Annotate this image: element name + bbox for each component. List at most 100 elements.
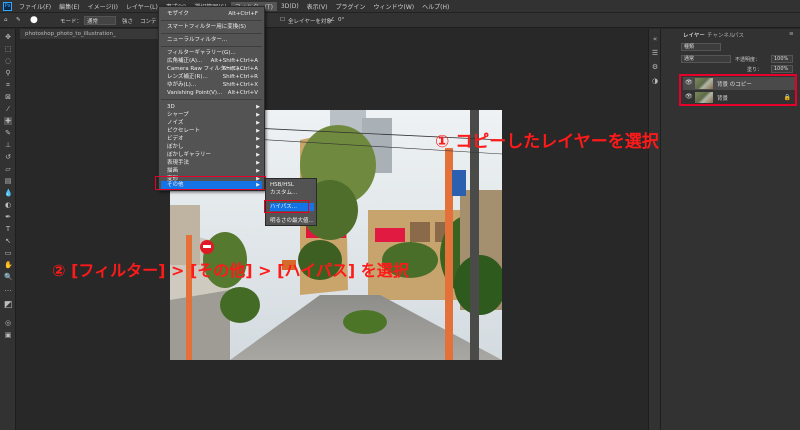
menu-item-camera-raw[interactable]: Camera Raw フィルター(C)... Shift+Ctrl+A	[167, 65, 262, 73]
lock-icon: 🔒	[783, 94, 791, 101]
color-swatches-icon[interactable]: ◩	[4, 301, 13, 310]
blend-mode-select[interactable]: 通常	[681, 55, 731, 63]
document-title: photoshop_photo_to_illustration_	[25, 31, 116, 37]
other-highlight-box	[155, 176, 266, 190]
pen-tool-icon[interactable]: ✒	[4, 213, 12, 221]
home-icon[interactable]: ⌂	[4, 17, 8, 23]
angle-value[interactable]: 0°	[338, 17, 344, 23]
crop-tool-icon[interactable]: ⌗	[4, 81, 12, 89]
opacity-input[interactable]: 100%	[771, 55, 793, 63]
marquee-tool-icon[interactable]: ⬚	[4, 45, 12, 53]
brush-preset-icon[interactable]: ●	[30, 15, 38, 25]
item-shortcut: Alt+Ctrl+V	[227, 90, 258, 96]
panel-menu-icon[interactable]: ≡	[789, 31, 794, 37]
visibility-eye-icon[interactable]: 👁	[685, 94, 693, 100]
submenu-arrow-icon: ▶	[256, 168, 260, 174]
menu-item-pixelate[interactable]: ピクセレート ▶	[167, 127, 262, 135]
layer-thumbnail	[695, 92, 713, 103]
lasso-tool-icon[interactable]: ◌	[4, 57, 12, 65]
submenu-arrow-icon: ▶	[256, 136, 260, 142]
menu-item-noise[interactable]: ノイズ ▶	[167, 119, 262, 127]
layers-panel: レイヤー チャンネル パス ≡ 種類 通常 不透明度： 100% 塗り： 100…	[660, 29, 800, 430]
item-label: モザイク	[167, 11, 189, 17]
menu-window[interactable]: ウィンドウ(W)	[369, 2, 418, 11]
history-brush-icon[interactable]: ↺	[4, 153, 12, 161]
menu-image[interactable]: イメージ(I)	[84, 2, 122, 11]
quick-select-tool-icon[interactable]: ⚲	[4, 69, 12, 77]
item-shortcut: Shift+Ctrl+A	[222, 66, 258, 72]
tab-channels[interactable]: チャンネル	[707, 31, 734, 39]
menu-item-stylize[interactable]: 表現手法 ▶	[167, 159, 262, 167]
menu-divider	[161, 33, 262, 34]
stamp-tool-icon[interactable]: ⊥	[4, 141, 12, 149]
properties-panel-icon[interactable]: ⚙	[651, 63, 659, 71]
layer-row-background[interactable]: 👁 背景 🔒	[683, 91, 795, 104]
move-tool-icon[interactable]: ✥	[4, 33, 12, 41]
submenu-arrow-icon: ▶	[256, 120, 260, 126]
submenu-item-hsb-hsl[interactable]: HSB/HSL	[270, 181, 314, 189]
menu-bar: Ps ファイル(F) 編集(E) イメージ(I) レイヤー(L) 書式(Y) 選…	[0, 0, 800, 12]
visibility-eye-icon[interactable]: 👁	[685, 80, 693, 86]
submenu-item-maximum[interactable]: 明るさの最大値...	[270, 217, 314, 225]
menu-item-neural-filters[interactable]: ニューラルフィルター...	[167, 36, 262, 44]
layer-row-copy[interactable]: 👁 背景 のコピー	[683, 77, 795, 90]
menu-divider	[161, 46, 262, 47]
item-label: フィルターギャラリー(G)...	[167, 50, 236, 56]
item-shortcut: Shift+Ctrl+X	[222, 82, 258, 88]
menu-plugins[interactable]: プラグイン	[331, 2, 369, 11]
shape-tool-icon[interactable]: ▭	[4, 249, 12, 257]
eyedropper-tool-icon[interactable]: ⁄	[4, 105, 12, 113]
photoshop-window: Ps ファイル(F) 編集(E) イメージ(I) レイヤー(L) 書式(Y) 選…	[0, 0, 800, 430]
menu-view[interactable]: 表示(V)	[303, 2, 332, 11]
tab-paths[interactable]: パス	[733, 31, 744, 39]
adjustments-panel-icon[interactable]: ◑	[651, 77, 659, 85]
hand-tool-icon[interactable]: ✋	[4, 261, 13, 269]
tab-layers[interactable]: レイヤー	[683, 31, 705, 39]
history-panel-icon[interactable]: ☰	[651, 49, 659, 57]
kind-filter-select[interactable]: 種類	[681, 43, 721, 51]
angle-icon: ∠	[330, 17, 335, 23]
brush-tool-icon[interactable]: ✎	[16, 17, 21, 23]
submenu-item-custom[interactable]: カスタム...	[270, 189, 314, 197]
options-bar: ⌂ ✎ ● モード： 通常 強さ コンテ ☐ 全レイヤーを対象 ∠ 0°	[0, 12, 800, 28]
type-tool-icon[interactable]: T	[4, 225, 12, 233]
menu-item-video[interactable]: ビデオ ▶	[167, 135, 262, 143]
menu-help[interactable]: ヘルプ(H)	[418, 2, 453, 11]
more-tools-icon[interactable]: …	[4, 285, 12, 293]
gradient-tool-icon[interactable]: ▤	[4, 177, 12, 185]
screen-mode-icon[interactable]: ▣	[4, 331, 12, 339]
menu-item-blur[interactable]: ぼかし ▶	[167, 143, 262, 151]
zoom-tool-icon[interactable]: 🔍	[4, 273, 13, 281]
menu-item-adaptive-wide-angle[interactable]: 広角補正(A)... Alt+Shift+Ctrl+A	[167, 57, 262, 65]
item-label: ピクセレート	[167, 128, 201, 134]
menu-item-3d[interactable]: 3D ▶	[167, 103, 262, 111]
collapse-icon[interactable]: «	[651, 35, 659, 43]
menu-item-blur-gallery[interactable]: ぼかしギャラリー ▶	[167, 151, 262, 159]
dodge-tool-icon[interactable]: ◐	[4, 201, 12, 209]
blur-tool-icon[interactable]: 💧	[4, 189, 13, 197]
menu-3d[interactable]: 3D(D)	[277, 3, 303, 10]
toolbar: ✥ ⬚ ◌ ⚲ ⌗ ⊠ ⁄ ✚ ✎ ⊥ ↺ ▱ ▤ 💧 ◐ ✒ T ↖ ▭ ✋ …	[0, 29, 16, 430]
fill-input[interactable]: 100%	[771, 65, 793, 73]
menu-item-vanishing-point[interactable]: Vanishing Point(V)... Alt+Ctrl+V	[167, 89, 262, 97]
submenu-arrow-icon: ▶	[256, 112, 260, 118]
menu-layer[interactable]: レイヤー(L)	[122, 2, 162, 11]
all-layers-checkbox[interactable]: ☐	[280, 17, 285, 23]
brush-tool-icon[interactable]: ✎	[4, 129, 12, 137]
menu-item-smart-filter[interactable]: スマートフィルター用に変換(S)	[167, 23, 262, 31]
photoshop-logo-icon[interactable]: Ps	[3, 1, 12, 11]
menu-file[interactable]: ファイル(F)	[15, 2, 55, 11]
menu-item-sharpen[interactable]: シャープ ▶	[167, 111, 262, 119]
mode-value: 通常	[87, 19, 99, 25]
menu-item-mosaic[interactable]: モザイク Alt+Ctrl+F	[167, 10, 262, 18]
menu-item-liquify[interactable]: ゆがみ(L)... Shift+Ctrl+X	[167, 81, 262, 89]
menu-edit[interactable]: 編集(E)	[55, 2, 83, 11]
frame-tool-icon[interactable]: ⊠	[4, 93, 12, 101]
menu-item-render[interactable]: 描画 ▶	[167, 167, 262, 175]
path-select-icon[interactable]: ↖	[4, 237, 12, 245]
menu-item-filter-gallery[interactable]: フィルターギャラリー(G)...	[167, 49, 262, 57]
eraser-tool-icon[interactable]: ▱	[4, 165, 12, 173]
quick-mask-icon[interactable]: ◎	[4, 319, 12, 327]
menu-item-lens-correction[interactable]: レンズ補正(R)... Shift+Ctrl+R	[167, 73, 262, 81]
healing-tool-icon[interactable]: ✚	[4, 117, 12, 125]
